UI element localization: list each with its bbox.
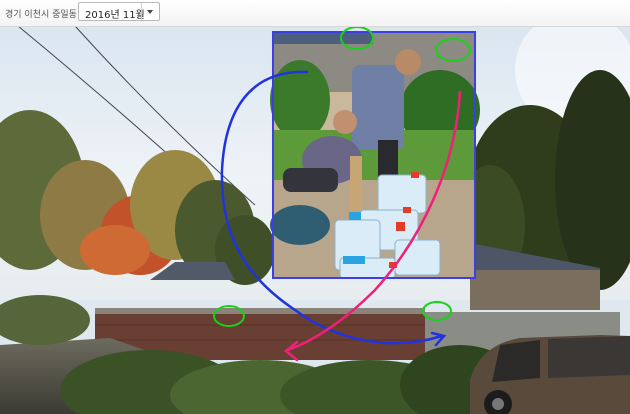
location-label: 경기 이천시 중일동 — [5, 10, 77, 20]
chevron-down-icon[interactable] — [141, 3, 159, 20]
pump-pipe — [350, 156, 362, 211]
location-toolbar: 경기 이천시 중일동 2016년 11월 — [0, 0, 630, 27]
right-house-wall — [470, 270, 600, 310]
woman-trousers — [283, 168, 338, 192]
date-dropdown[interactable]: 2016년 11월 — [78, 2, 160, 21]
wall-cap — [95, 308, 425, 314]
man-shirt — [352, 65, 404, 150]
woman-head — [333, 110, 357, 134]
street-view-panorama[interactable] — [0, 0, 630, 414]
panorama-scene[interactable] — [0, 0, 630, 414]
date-dropdown-value: 2016년 11월 — [85, 10, 145, 21]
man-head — [395, 49, 421, 75]
